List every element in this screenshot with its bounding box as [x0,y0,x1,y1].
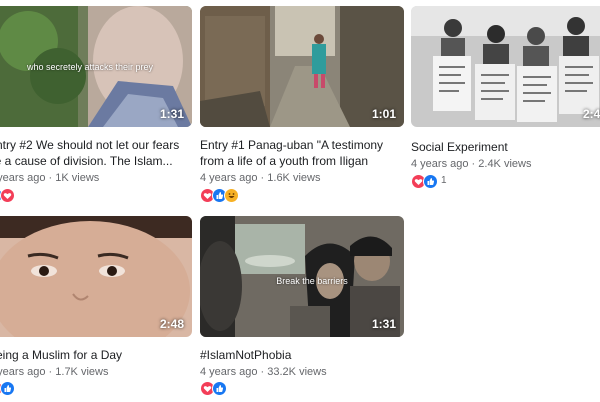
video-title-3[interactable]: Social Experiment [411,139,600,157]
like-icon [423,174,438,189]
like-icon [212,381,227,396]
video-thumbnail-3[interactable]: 2:42 [411,6,600,127]
haha-icon [224,188,239,203]
video-thumbnail-5[interactable]: Break the barriers 1:31 [200,216,404,337]
video-duration-4: 2:48 [159,317,184,331]
reactions-3[interactable]: 1 [411,174,447,189]
video-grid: who secretely attacks their prey 1:31 En… [0,0,600,402]
video-thumbnail-4[interactable]: 2:48 [0,216,192,337]
video-title-4[interactable]: Being a Muslim for a Day [0,347,192,365]
reactions-2[interactable] [200,188,239,203]
video-meta-3: 4 years ago · 2.4K views [411,158,532,170]
video-age-4: 4 years ago [0,366,46,378]
video-views-3: 2.4K views [478,158,532,170]
like-icon [0,381,15,396]
thumbnail-image-3 [411,6,600,127]
video-age-2: 4 years ago [200,172,258,184]
video-meta-2: 4 years ago · 1.6K views [200,172,321,184]
video-thumbnail-1[interactable]: who secretely attacks their prey 1:31 [0,6,192,127]
video-thumbnail-2[interactable]: 1:01 [200,6,404,127]
reactions-1[interactable] [0,188,15,203]
video-duration-5: 1:31 [371,317,396,331]
video-meta-5: 4 years ago · 33.2K views [200,366,327,378]
video-title-1[interactable]: Entry #2 We should not let our fears be … [0,137,192,171]
video-caption-1: who secretely attacks their prey [26,62,154,72]
video-views-1: 1K views [55,172,100,184]
love-icon [0,188,15,203]
reaction-count-3: 1 [441,175,447,186]
video-age-3: 4 years ago [411,158,469,170]
video-caption-5: Break the barriers [276,276,348,286]
reactions-4[interactable] [0,381,15,396]
video-views-4: 1.7K views [55,366,109,378]
video-views-5: 33.2K views [267,366,327,378]
reactions-5[interactable] [200,381,227,396]
video-duration-3: 2:42 [582,107,600,121]
video-age-5: 4 years ago [200,366,258,378]
video-duration-2: 1:01 [371,107,396,121]
video-title-2[interactable]: Entry #1 Panag-uban "A testimony from a … [200,137,404,171]
video-age-1: 4 years ago [0,172,46,184]
video-title-5[interactable]: #IslamNotPhobia [200,347,404,365]
video-views-2: 1.6K views [267,172,321,184]
video-meta-1: 4 years ago · 1K views [0,172,99,184]
video-duration-1: 1:31 [159,107,184,121]
video-meta-4: 4 years ago · 1.7K views [0,366,108,378]
